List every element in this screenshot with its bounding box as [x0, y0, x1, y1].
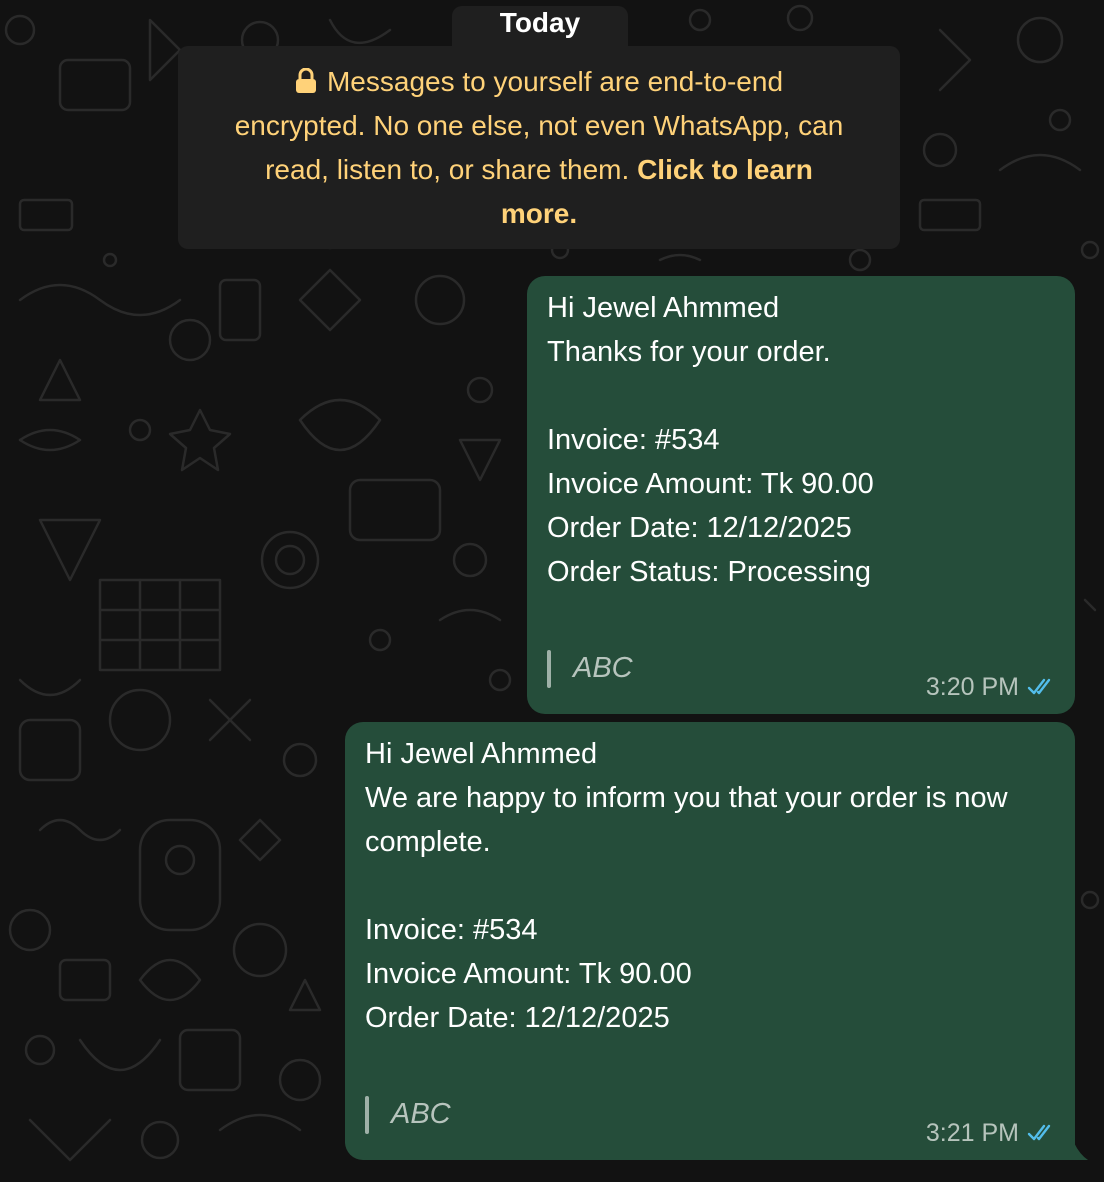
learn-more-link-continuation[interactable]: more.: [501, 198, 577, 229]
message-footer: ABC: [547, 650, 633, 688]
message-time: 3:21 PM: [925, 1119, 1019, 1147]
message-line: Invoice: #534: [547, 424, 720, 456]
outgoing-message[interactable]: Hi Jewel Ahmmed Thanks for your order. I…: [527, 276, 1075, 714]
outgoing-message[interactable]: Hi Jewel Ahmmed We are happy to inform y…: [345, 722, 1075, 1160]
message-line: Order Date: 12/12/2025: [547, 512, 852, 544]
message-line: Invoice Amount: Tk 90.00: [547, 468, 874, 500]
message-line: Order Date: 12/12/2025: [365, 1002, 670, 1034]
message-meta: 3:20 PM: [926, 672, 1057, 702]
encryption-notice-line-2: encrypted. No one else, not even WhatsAp…: [234, 110, 844, 141]
message-time: 3:20 PM: [925, 673, 1019, 701]
chat-panel[interactable]: Today Messages to yourself are end-to-en…: [0, 0, 1104, 1182]
double-check-icon: [1027, 678, 1051, 695]
message-footer: ABC: [365, 1096, 451, 1134]
encryption-notice-line-1: Messages to yourself are end-to-end: [326, 66, 784, 97]
message-line: Invoice Amount: Tk 90.00: [365, 958, 692, 990]
message-line: Invoice: #534: [365, 914, 538, 946]
message-line: Hi Jewel Ahmmed: [547, 292, 780, 324]
learn-more-link[interactable]: Click to learn: [637, 154, 813, 185]
message-meta: 3:21 PM: [926, 1118, 1057, 1148]
date-separator-label: Today: [499, 7, 581, 38]
bubble-tail: [1070, 1132, 1088, 1160]
encryption-notice-line-3: read, listen to, or share them.: [265, 154, 630, 185]
message-line: Thanks for your order.: [547, 336, 831, 368]
message-line: complete.: [365, 826, 491, 858]
double-check-icon: [1027, 1124, 1051, 1141]
encryption-notice[interactable]: Messages to yourself are end-to-end encr…: [178, 46, 900, 249]
message-line: Order Status: Processing: [547, 556, 871, 588]
message-line: Hi Jewel Ahmmed: [365, 738, 598, 770]
lock-icon: [295, 68, 316, 93]
message-line: We are happy to inform you that your ord…: [365, 782, 1008, 814]
